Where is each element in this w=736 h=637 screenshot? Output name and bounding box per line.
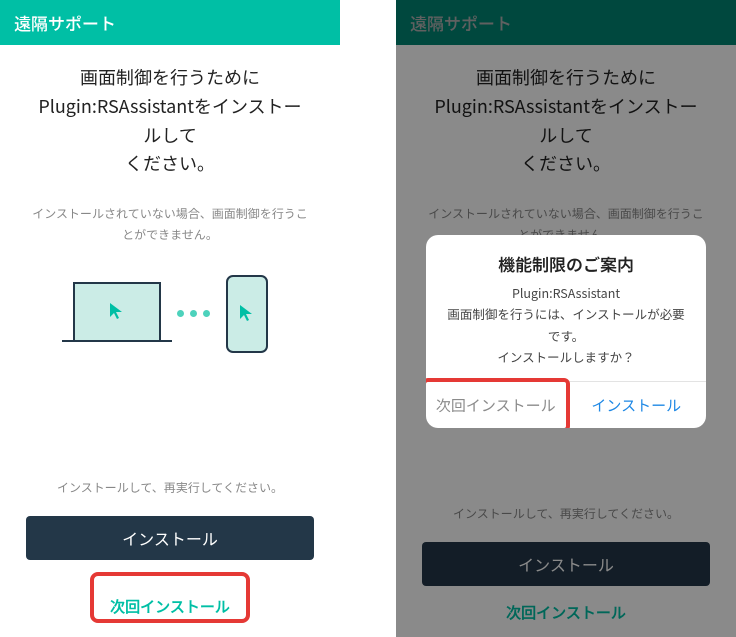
dialog-body: Plugin:RSAssistant 画面制御を行うには、インストールが必要です… (426, 282, 706, 381)
install-later-button[interactable]: 次回インストール (110, 596, 230, 617)
app-header: 遠隔サポート (0, 0, 340, 45)
cursor-icon (107, 301, 127, 321)
dialog-title: 機能制限のご案内 (426, 235, 706, 282)
dialog-actions: 次回インストール インストール (426, 381, 706, 428)
confirm-dialog: 機能制限のご案内 Plugin:RSAssistant 画面制御を行うには、イン… (426, 235, 706, 428)
dialog-install-button[interactable]: インストール (567, 382, 707, 428)
connection-dots (177, 310, 210, 317)
screen-before-dialog: 遠隔サポート 画面制御を行うために Plugin:RSAssistantをインス… (0, 0, 340, 637)
install-button[interactable]: インストール (26, 516, 314, 560)
app-title: 遠隔サポート (14, 10, 116, 35)
highlight-later-button: 次回インストール (90, 572, 250, 623)
cursor-icon (237, 303, 257, 323)
main-content: 画面制御を行うために Plugin:RSAssistantをインストールして く… (0, 45, 340, 353)
screen-with-dialog: 遠隔サポート 画面制御を行うために Plugin:RSAssistantをインス… (396, 0, 736, 637)
footer-hint: インストールして、再実行してください。 (26, 479, 314, 496)
phone-icon (226, 275, 268, 353)
monitor-icon (73, 282, 161, 346)
devices-illustration (30, 275, 310, 353)
instruction-subtext: インストールされていない場合、画面制御を行うことができません。 (30, 204, 310, 245)
footer: インストールして、再実行してください。 インストール 次回インストール (0, 479, 340, 637)
instruction-title: 画面制御を行うために Plugin:RSAssistantをインストールして く… (30, 63, 310, 178)
dialog-later-button[interactable]: 次回インストール (426, 382, 567, 428)
